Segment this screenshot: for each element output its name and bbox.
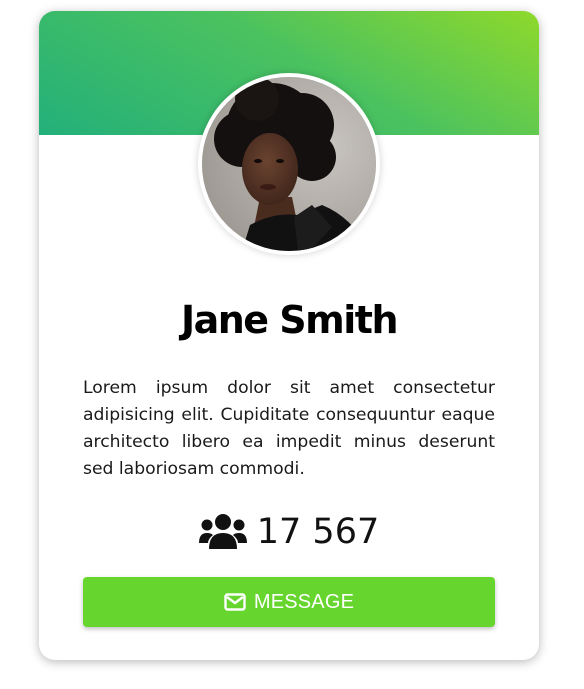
avatar-ring [198,73,380,255]
message-button-label: MESSAGE [253,590,355,613]
users-icon [198,513,247,551]
avatar [202,77,376,251]
followers-stat: 17 567 [39,509,539,555]
profile-card: Jane Smith Lorem ipsum dolor sit amet co… [39,11,539,660]
message-button[interactable]: MESSAGE [83,577,495,627]
envelope-icon [224,593,246,611]
followers-count: 17 567 [256,512,380,552]
profile-bio: Lorem ipsum dolor sit amet consectetur a… [83,378,495,479]
profile-name: Jane Smith [180,298,399,342]
profile-photo [202,77,376,251]
